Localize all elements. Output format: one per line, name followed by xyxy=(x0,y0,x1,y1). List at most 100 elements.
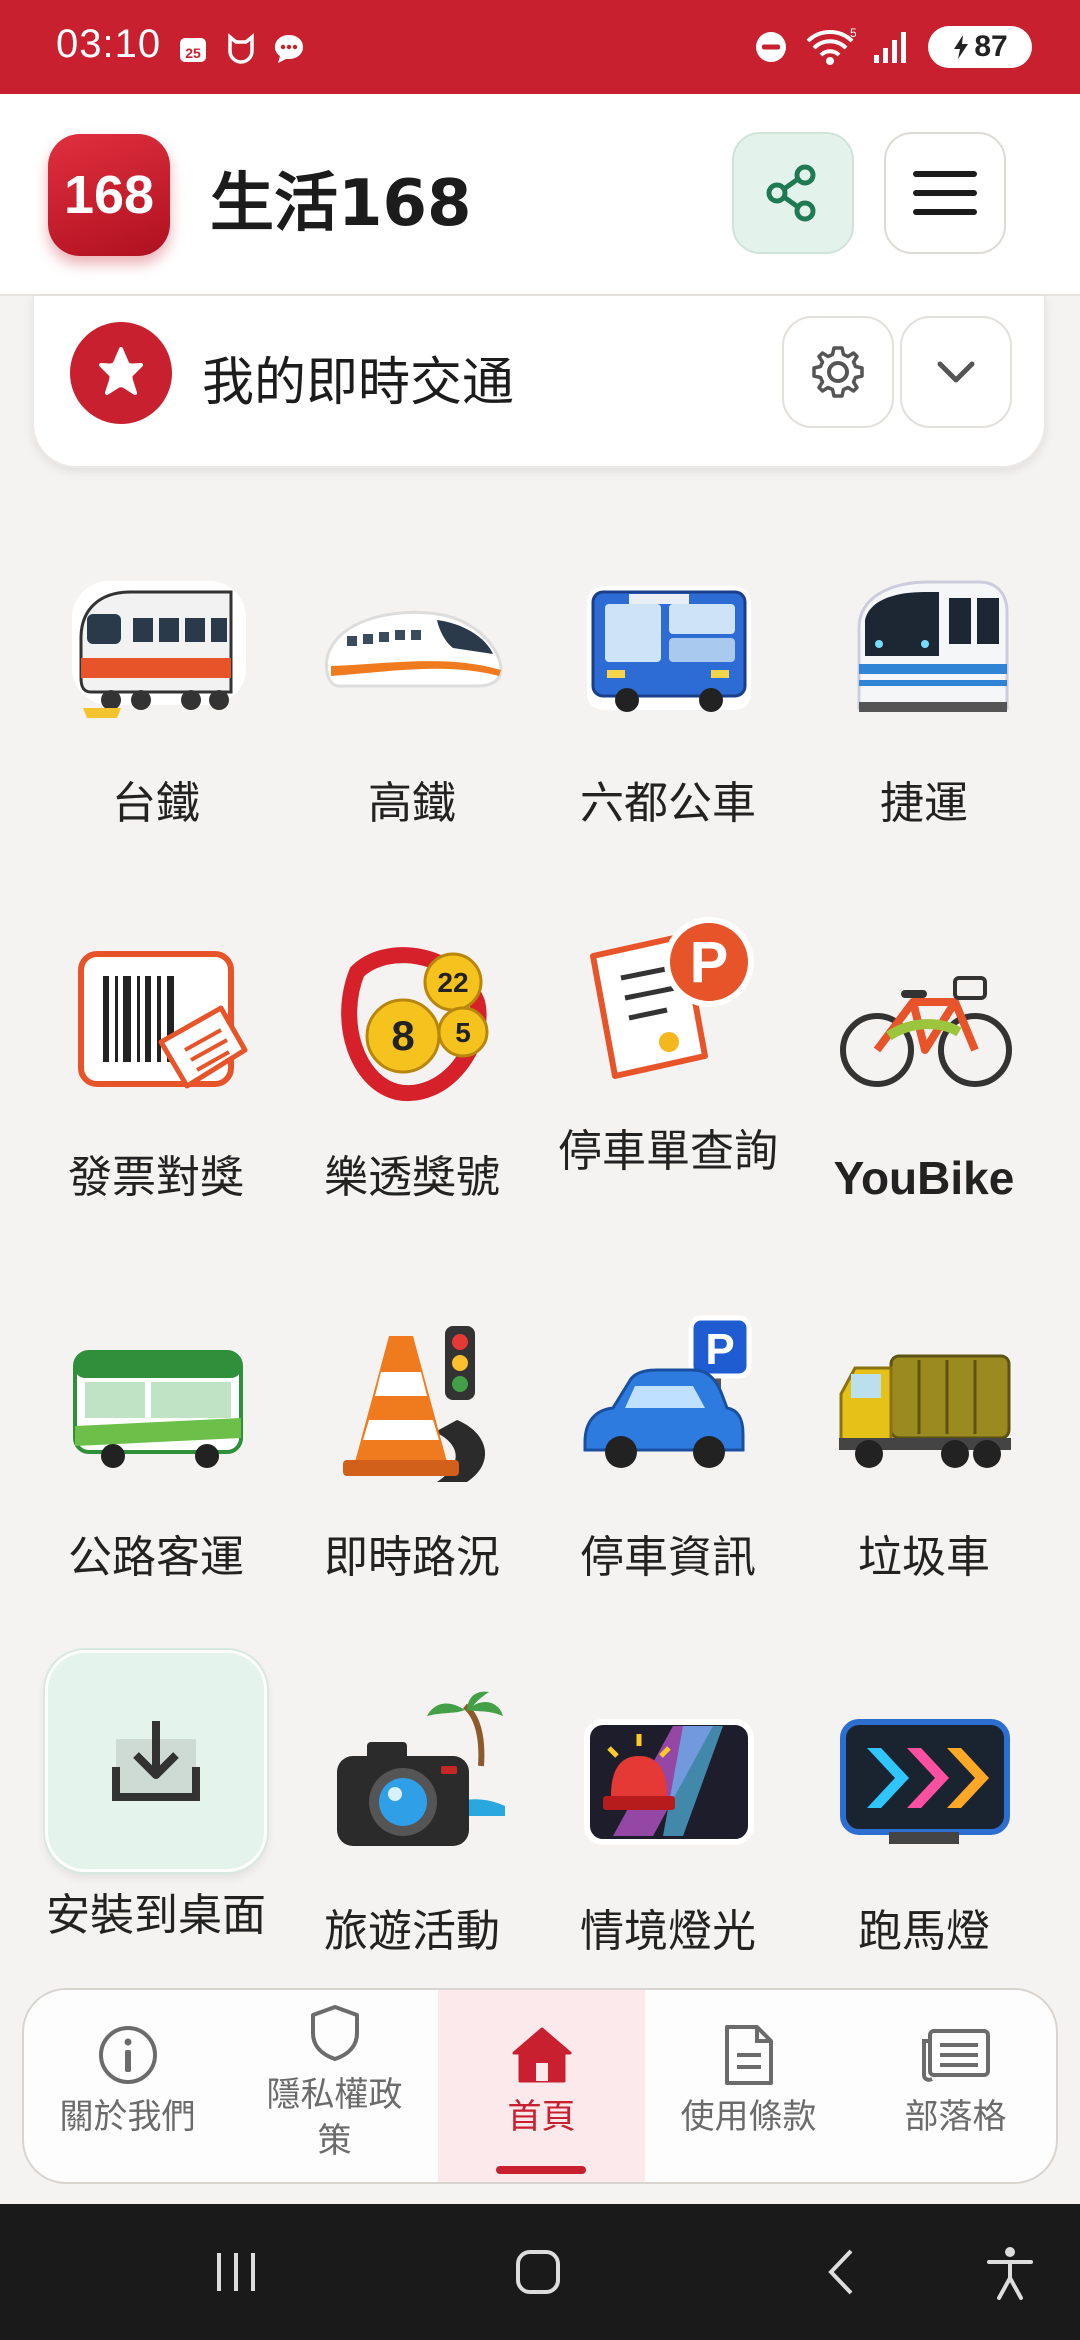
tile-parking-info[interactable]: P 停車資訊 xyxy=(540,1312,796,1586)
app-header: 168 生活168 xyxy=(0,94,1080,296)
status-system-icons: 5 87 xyxy=(754,26,1032,68)
charging-bolt-icon xyxy=(954,35,969,59)
share-button[interactable] xyxy=(732,132,854,254)
nav-label: 使用條款 xyxy=(680,2097,817,2137)
tile-label: 台鐵 xyxy=(112,778,200,829)
tile-label: 高鐵 xyxy=(368,778,456,829)
nav-home[interactable]: 首頁 xyxy=(438,1990,645,2182)
svg-text:P: P xyxy=(690,930,729,995)
tile-label: 停車單查詢 xyxy=(558,1126,778,1177)
wifi-label: 5 xyxy=(850,27,856,40)
page-title: 生活168 xyxy=(210,167,472,241)
do-not-disturb-icon xyxy=(754,30,788,64)
tile-label: 發票對獎 xyxy=(68,1152,244,1203)
calendar-icon: 25 xyxy=(176,32,210,66)
bottom-navigation: 關於我們 隱私權政策 首頁 使用條款 部落格 xyxy=(22,1988,1058,2184)
tile-install-to-desktop[interactable]: 安裝到桌面 xyxy=(28,1650,284,1964)
share-icon xyxy=(766,164,816,222)
cat-shield-icon xyxy=(224,32,258,66)
svg-text:22: 22 xyxy=(437,967,468,998)
traffic-expand-button[interactable] xyxy=(900,316,1012,428)
camera-palm-icon xyxy=(317,1686,507,1876)
tile-traffic-status[interactable]: 即時路況 xyxy=(284,1312,540,1586)
tile-label: 即時路況 xyxy=(324,1532,500,1583)
nav-label: 關於我們 xyxy=(59,2097,196,2137)
high-speed-rail-icon xyxy=(317,558,507,748)
nav-terms-of-use[interactable]: 使用條款 xyxy=(645,1990,852,2182)
tile-label: 旅遊活動 xyxy=(324,1906,500,1957)
active-indicator xyxy=(496,2166,586,2174)
receipt-barcode-icon xyxy=(61,932,251,1122)
tile-invoice-lottery[interactable]: 發票對獎 xyxy=(28,932,284,1206)
tile-label: 停車資訊 xyxy=(580,1532,756,1583)
tile-intercity-bus[interactable]: 公路客運 xyxy=(28,1312,284,1586)
info-icon xyxy=(96,2020,160,2090)
install-button[interactable] xyxy=(45,1650,267,1872)
tile-label: 垃圾車 xyxy=(858,1532,990,1583)
shield-icon xyxy=(307,1998,363,2068)
chat-bubble-icon xyxy=(272,32,306,66)
tile-youbike[interactable]: YouBike xyxy=(796,932,1052,1206)
tile-tra[interactable]: 台鐵 xyxy=(28,558,284,832)
wifi-icon: 5 xyxy=(804,27,856,65)
marquee-arrows-icon xyxy=(829,1686,1019,1876)
tile-lottery-numbers[interactable]: 22 8 5 樂透獎號 xyxy=(284,932,540,1206)
gear-icon xyxy=(812,346,864,398)
battery-level: 87 xyxy=(974,30,1008,63)
traffic-settings-button[interactable] xyxy=(782,316,894,428)
accessibility-icon xyxy=(987,2247,1033,2300)
nav-label: 首頁 xyxy=(507,2097,576,2137)
menu-button[interactable] xyxy=(884,132,1006,254)
tile-marquee[interactable]: 跑馬燈 xyxy=(796,1686,1052,1960)
home-icon xyxy=(510,2020,574,2090)
parking-ticket-icon: P xyxy=(573,906,763,1096)
car-parking-icon: P xyxy=(573,1312,763,1502)
tile-label: 六都公車 xyxy=(580,778,756,829)
tile-mood-lighting[interactable]: 情境燈光 xyxy=(540,1686,796,1960)
lottery-balls-icon: 22 8 5 xyxy=(317,932,507,1122)
back-chevron-icon xyxy=(828,2249,853,2295)
home-square-icon xyxy=(516,2250,560,2294)
svg-text:8: 8 xyxy=(391,1012,414,1059)
tile-label: 捷運 xyxy=(880,778,968,829)
app-logo[interactable]: 168 xyxy=(48,134,170,256)
tile-label: YouBike xyxy=(833,1152,1015,1204)
tile-thsr[interactable]: 高鐵 xyxy=(284,558,540,832)
tile-parking-ticket[interactable]: P 停車單查詢 xyxy=(540,906,796,1180)
status-bar: 03:10 25 5 87 xyxy=(0,0,1080,94)
home-system-button[interactable] xyxy=(508,2242,568,2302)
calendar-day: 25 xyxy=(185,45,201,61)
accessibility-button[interactable] xyxy=(980,2242,1040,2302)
blog-list-icon xyxy=(920,2020,992,2090)
train-icon xyxy=(61,558,251,748)
nav-blog[interactable]: 部落格 xyxy=(852,1990,1056,2182)
coach-bus-icon xyxy=(61,1312,251,1502)
system-navigation-bar xyxy=(0,2204,1080,2340)
tile-label: 樂透獎號 xyxy=(324,1152,500,1203)
nav-label: 部落格 xyxy=(904,2097,1007,2137)
svg-text:P: P xyxy=(705,1325,734,1374)
traffic-cone-icon xyxy=(317,1312,507,1502)
recent-apps-button[interactable] xyxy=(206,2242,266,2302)
tile-metro[interactable]: 捷運 xyxy=(796,558,1052,832)
svg-text:5: 5 xyxy=(455,1017,471,1048)
tile-label: 安裝到桌面 xyxy=(46,1890,266,1941)
status-time: 03:10 xyxy=(56,22,162,66)
signal-icon xyxy=(872,30,912,64)
recent-apps-icon xyxy=(217,2253,255,2291)
chevron-down-icon xyxy=(937,361,975,383)
garbage-truck-icon xyxy=(829,1312,1019,1502)
tile-garbage-truck[interactable]: 垃圾車 xyxy=(796,1312,1052,1586)
nav-label: 隱私權政策 xyxy=(266,2075,403,2161)
traffic-card-title: 我的即時交通 xyxy=(202,353,515,413)
back-button[interactable] xyxy=(812,2242,872,2302)
hamburger-menu-icon xyxy=(913,171,977,215)
tile-travel-events[interactable]: 旅遊活動 xyxy=(284,1686,540,1960)
download-icon xyxy=(112,1721,200,1801)
nav-about-us[interactable]: 關於我們 xyxy=(24,1990,231,2182)
tile-label: 跑馬燈 xyxy=(858,1906,990,1957)
my-traffic-card[interactable]: 我的即時交通 xyxy=(32,296,1046,468)
bicycle-icon xyxy=(829,932,1019,1122)
nav-privacy-policy[interactable]: 隱私權政策 xyxy=(231,1990,438,2182)
tile-city-bus[interactable]: 六都公車 xyxy=(540,558,796,832)
